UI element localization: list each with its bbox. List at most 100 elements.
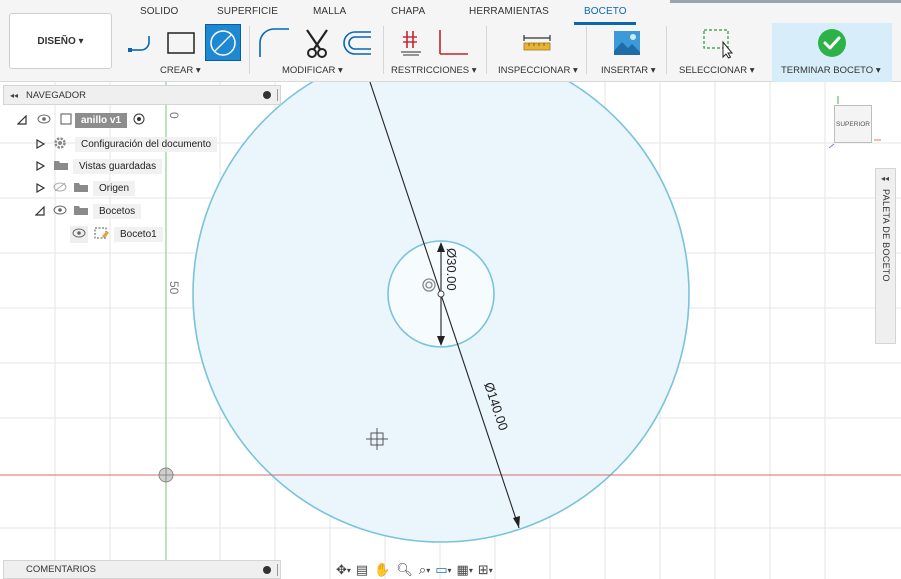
panel-resize-handle[interactable]	[277, 563, 278, 576]
expand-triangle-icon[interactable]	[35, 139, 45, 149]
tree-item-label: Bocetos	[93, 203, 142, 219]
tree-item-label: Origen	[93, 180, 136, 196]
dropdown-arrow-icon[interactable]: ▾	[469, 566, 473, 575]
hidden-eye-icon[interactable]	[53, 182, 67, 195]
expand-triangle-icon[interactable]	[17, 115, 27, 125]
insert-image-button[interactable]	[611, 26, 643, 60]
orbit-icon[interactable]: ✥	[336, 562, 347, 578]
tab-superficie[interactable]: SUPERFICIE	[217, 6, 278, 17]
group-restricciones-menu[interactable]: RESTRICCIONES ▾	[391, 65, 477, 76]
component-box-icon	[59, 112, 73, 129]
tree-item-sketches[interactable]: Bocetos	[35, 202, 142, 220]
group-inspeccionar-menu[interactable]: INSPECCIONAR ▾	[498, 65, 578, 76]
comments-panel-header[interactable]: COMENTARIOS	[3, 560, 281, 579]
navigator-panel-header[interactable]: ◂◂ NAVEGADOR	[3, 85, 281, 105]
ruler-measure-icon	[523, 35, 551, 51]
folder-icon	[73, 204, 89, 219]
tree-item-label: Boceto1	[114, 226, 163, 242]
circle-tool-button[interactable]	[205, 24, 241, 61]
group-seleccionar-menu[interactable]: SELECCIONAR ▾	[679, 65, 755, 76]
offset-tool-button[interactable]	[338, 26, 374, 60]
zoom-icon[interactable]: 🔍︎	[396, 562, 413, 578]
rectangle-tool-button[interactable]	[164, 26, 198, 60]
panel-resize-handle[interactable]	[277, 89, 278, 101]
scissors-icon	[306, 29, 328, 58]
tab-solido[interactable]: SOLIDO	[140, 6, 178, 17]
dropdown-arrow-icon[interactable]: ▾	[347, 566, 351, 575]
tree-item-label: Vistas guardadas	[73, 158, 163, 174]
navigator-title: NAVEGADOR	[26, 89, 87, 101]
perpendicular-constraint-button[interactable]	[435, 26, 471, 60]
gear-icon	[53, 136, 67, 153]
toolbar-separator	[666, 26, 667, 74]
look-at-icon[interactable]: ▤	[356, 562, 368, 578]
collapse-triangle-icon[interactable]	[35, 206, 45, 216]
offset-icon	[343, 31, 371, 55]
tab-malla[interactable]: MALLA	[313, 6, 346, 17]
window-top-strip	[670, 0, 901, 3]
ruler-label-50: 50	[167, 281, 181, 295]
tree-root-row[interactable]: anillo v1	[17, 111, 145, 129]
pin-panel-icon[interactable]	[263, 91, 271, 99]
fit-icon[interactable]: ⌕	[419, 562, 426, 578]
visibility-eye-icon[interactable]	[37, 114, 51, 127]
tree-item-origin[interactable]: Origen	[35, 179, 136, 197]
activate-component-icon[interactable]	[133, 113, 145, 128]
workspace-switcher-button[interactable]: DISEÑO ▾	[9, 13, 112, 69]
group-insertar-menu[interactable]: INSERTAR ▾	[601, 65, 656, 76]
line-tool-button[interactable]	[126, 26, 160, 60]
trim-tool-button[interactable]	[300, 26, 334, 60]
tree-root-label: anillo v1	[75, 112, 128, 128]
sketch-icon	[94, 226, 110, 243]
tree-item-sketch1[interactable]: Boceto1	[70, 225, 163, 243]
dropdown-arrow-icon[interactable]: ▾	[426, 566, 430, 575]
tab-herramientas[interactable]: HERRAMIENTAS	[469, 6, 549, 17]
dropdown-arrow-icon[interactable]: ▾	[448, 566, 452, 575]
rectangle-icon	[167, 32, 195, 54]
tree-item-saved-views[interactable]: Vistas guardadas	[35, 157, 163, 175]
sketch-palette-title: PALETA DE BOCETO	[881, 189, 891, 282]
coincident-constraint-button[interactable]	[398, 26, 424, 60]
display-settings-icon[interactable]: ▭	[435, 562, 447, 578]
expand-triangle-icon[interactable]	[35, 183, 45, 193]
image-icon	[614, 31, 640, 55]
expand-palette-icon[interactable]: ◂◂	[881, 174, 889, 183]
toolbar-separator	[586, 26, 587, 74]
pin-panel-icon[interactable]	[263, 565, 271, 574]
sketch-palette-tab[interactable]: ◂◂ PALETA DE BOCETO	[875, 168, 896, 344]
perpendicular-icon	[439, 30, 468, 55]
comments-title: COMENTARIOS	[26, 564, 97, 575]
measure-tool-button[interactable]	[520, 26, 554, 60]
viewports-icon[interactable]: ⊞	[478, 562, 489, 578]
toolbar-separator	[249, 26, 250, 74]
toolbar: SOLIDO SUPERFICIE MALLA CHAPA HERRAMIENT…	[0, 0, 901, 82]
expand-triangle-icon[interactable]	[35, 161, 45, 171]
finish-sketch-button[interactable]	[815, 26, 849, 60]
tree-item-document-settings[interactable]: Configuración del documento	[35, 135, 218, 153]
fillet-icon	[259, 28, 289, 57]
window-select-icon	[703, 29, 734, 59]
visibility-eye-icon[interactable]	[70, 225, 88, 243]
toolbar-separator	[383, 26, 384, 74]
visibility-eye-icon[interactable]	[53, 205, 67, 218]
tab-boceto[interactable]: BOCETO	[584, 6, 627, 17]
group-modificar-menu[interactable]: MODIFICAR ▾	[282, 65, 343, 76]
tab-chapa[interactable]: CHAPA	[391, 6, 425, 17]
viewcube[interactable]: SUPERIOR	[834, 105, 872, 143]
grid-settings-icon[interactable]: ▦	[457, 562, 469, 578]
circle-diameter-icon	[210, 29, 236, 56]
group-crear-menu[interactable]: CREAR ▾	[160, 65, 201, 76]
dropdown-arrow-icon[interactable]: ▾	[489, 566, 493, 575]
toolbar-separator	[486, 26, 487, 74]
fillet-tool-button[interactable]	[256, 26, 292, 60]
pan-hand-icon[interactable]: ✋	[374, 562, 390, 578]
checkmark-icon	[818, 29, 846, 57]
origin-point-icon[interactable]	[158, 467, 174, 483]
group-terminar-menu[interactable]: TERMINAR BOCETO ▾	[781, 65, 881, 76]
folder-icon	[53, 159, 69, 174]
parallel-constraint-icon	[401, 31, 421, 56]
center-point[interactable]	[437, 290, 445, 298]
collapse-panel-icon[interactable]: ◂◂	[10, 91, 18, 100]
inner-diameter-label[interactable]: Ø30.00	[444, 248, 459, 291]
select-tool-button[interactable]	[700, 26, 736, 60]
